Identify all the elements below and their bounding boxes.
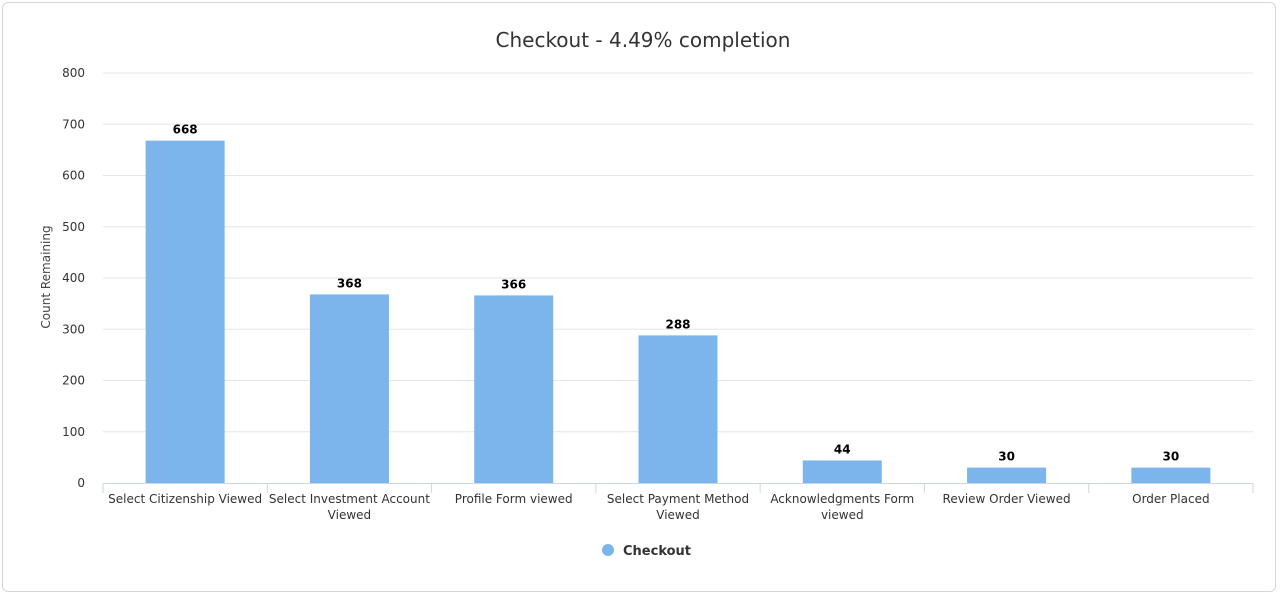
- legend[interactable]: Checkout: [602, 544, 691, 559]
- y-tick-label: 200: [62, 374, 85, 388]
- bar[interactable]: [802, 460, 882, 483]
- x-tick-label: Profile Form viewed: [455, 492, 573, 506]
- data-label: 30: [998, 450, 1015, 464]
- legend-marker-checkout: [602, 544, 614, 556]
- chart-container: Checkout - 4.49% completion Count Remain…: [2, 2, 1276, 592]
- y-tick-label: 600: [62, 169, 85, 183]
- y-tick-label: 0: [77, 476, 85, 490]
- y-tick-label: 400: [62, 271, 85, 285]
- x-axis: Select Citizenship Viewed Select Investme…: [102, 483, 1254, 522]
- bar[interactable]: [967, 467, 1047, 483]
- x-tick-label: Select Citizenship Viewed: [108, 492, 262, 506]
- bar[interactable]: [309, 294, 389, 483]
- x-tick-label: Order Placed: [1132, 492, 1209, 506]
- x-tick-label: Acknowledgments Form viewed: [770, 492, 914, 522]
- y-axis-title: Count Remaining: [39, 225, 53, 328]
- bar-chart: Checkout - 4.49% completion Count Remain…: [39, 28, 1254, 559]
- bar[interactable]: [474, 295, 554, 483]
- x-tick-label: Select Investment Account Viewed: [269, 492, 430, 522]
- bar[interactable]: [145, 140, 225, 483]
- x-tick-label: Select Payment Method Viewed: [607, 492, 749, 522]
- y-tick-label: 500: [62, 220, 85, 234]
- y-tick-label: 100: [62, 425, 85, 439]
- y-tick-label: 700: [62, 117, 85, 131]
- data-label: 668: [173, 123, 198, 137]
- chart-title: Checkout - 4.49% completion: [496, 28, 791, 52]
- data-label: 368: [337, 276, 362, 290]
- data-label: 44: [834, 442, 851, 456]
- x-tick-label: Review Order Viewed: [943, 492, 1071, 506]
- data-label: 30: [1163, 450, 1180, 464]
- bar[interactable]: [1131, 467, 1211, 483]
- bar[interactable]: [638, 335, 718, 483]
- y-tick-label: 300: [62, 322, 85, 336]
- y-tick-label: 800: [62, 66, 85, 80]
- data-label: 366: [501, 277, 526, 291]
- legend-label-checkout[interactable]: Checkout: [623, 544, 691, 559]
- data-label: 288: [665, 317, 690, 331]
